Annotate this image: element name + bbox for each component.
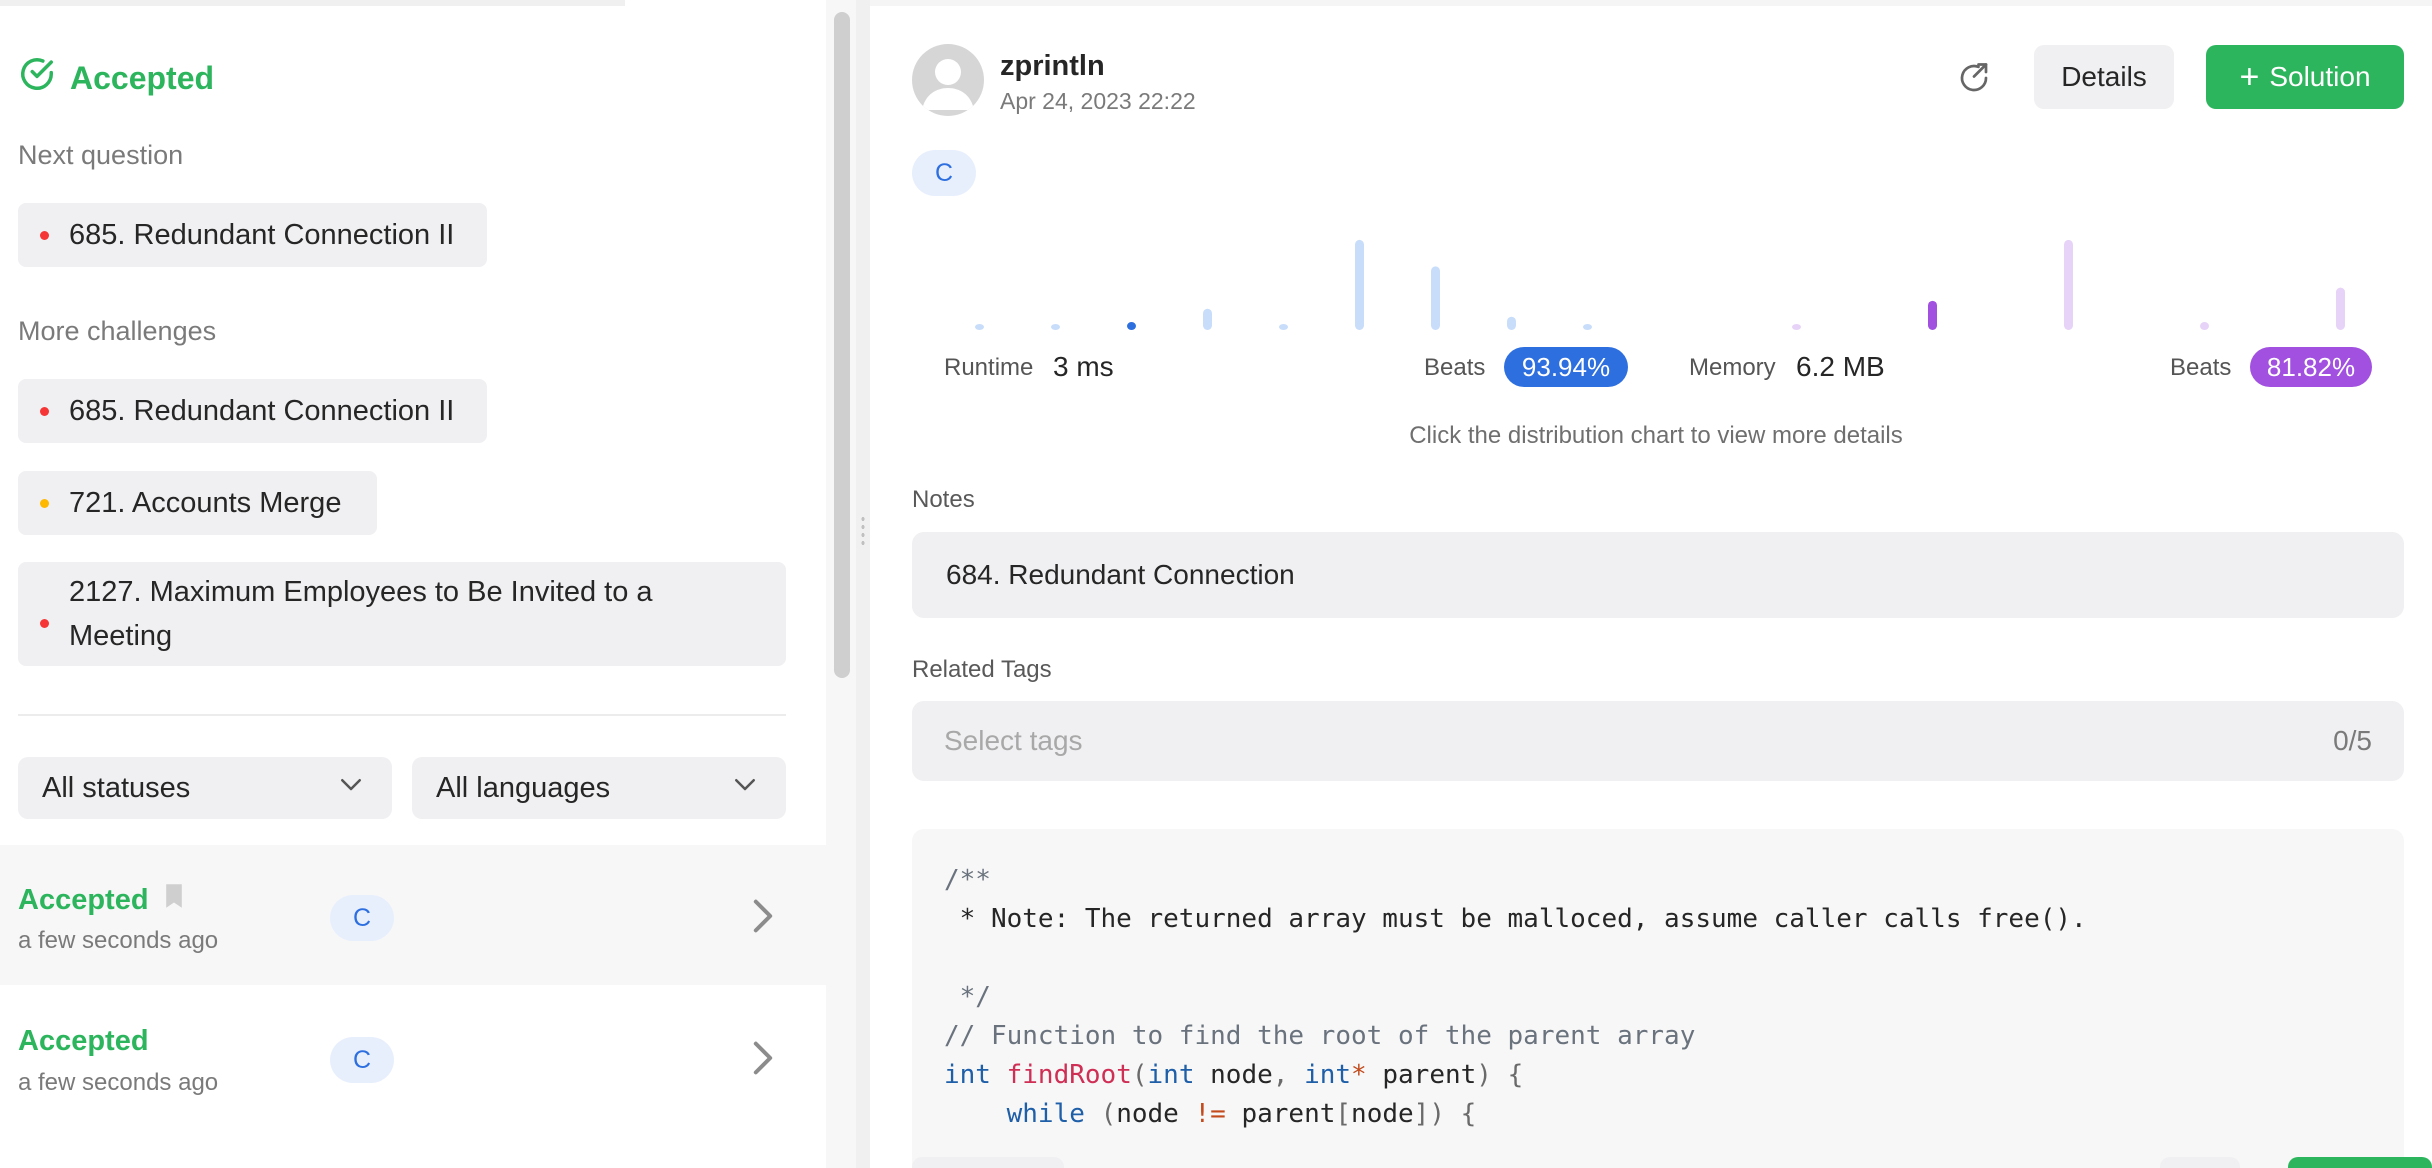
details-button[interactable]: Details: [2034, 45, 2174, 109]
runtime-value: 3 ms: [1053, 351, 1114, 382]
memory-beats-label: Beats: [2170, 354, 2232, 381]
top-border: [870, 0, 2432, 6]
related-tags-label: Related Tags: [912, 656, 1052, 683]
chevron-right-icon: [753, 899, 773, 933]
submission-date: Apr 24, 2023 22:22: [1000, 88, 1196, 114]
difficulty-dot: [40, 499, 49, 508]
challenge-title: 721. Accounts Merge: [69, 487, 342, 519]
chevron-down-icon: [336, 769, 366, 807]
submission-sidebar: Accepted Next question 685. Redundant Co…: [0, 0, 826, 1168]
scrollbar-thumb[interactable]: [834, 12, 850, 678]
language-filter-dropdown[interactable]: All languages: [412, 757, 786, 819]
runtime-distribution-bar[interactable]: [1279, 324, 1288, 330]
submission-time: a few seconds ago: [18, 1069, 219, 1096]
challenge-chip[interactable]: 685. Redundant Connection II: [18, 379, 487, 443]
language-tag: C: [912, 150, 976, 196]
runtime-distribution-bar[interactable]: [1203, 308, 1212, 330]
panel-splitter[interactable]: [856, 0, 870, 1168]
challenge-chip[interactable]: 721. Accounts Merge: [18, 471, 377, 535]
runtime-distribution-bar[interactable]: [1431, 266, 1440, 330]
memory-beats-badge: 81.82%: [2250, 347, 2372, 387]
solution-button[interactable]: + Solution: [2206, 45, 2404, 109]
memory-distribution-bar[interactable]: [2200, 322, 2209, 330]
runtime-distribution-bar[interactable]: [1507, 316, 1516, 330]
chevron-down-icon: [730, 769, 760, 807]
runtime-distribution-bar[interactable]: [1583, 324, 1592, 330]
runtime-label: Runtime: [944, 354, 1034, 381]
language-badge: C: [330, 895, 394, 941]
bottom-button[interactable]: [2160, 1157, 2240, 1168]
runtime-distribution-bar[interactable]: [975, 324, 984, 330]
accepted-status-label: Accepted: [70, 59, 215, 96]
runtime-distribution-bar[interactable]: [1355, 239, 1364, 330]
tags-placeholder: Select tags: [944, 725, 1083, 756]
next-question-label: Next question: [18, 140, 184, 170]
difficulty-dot: [40, 407, 49, 416]
tags-select[interactable]: Select tags 0/5: [912, 701, 2404, 781]
difficulty-dot: [40, 231, 49, 240]
bottom-button[interactable]: [912, 1157, 1064, 1168]
accepted-status: Accepted: [18, 56, 214, 100]
status-filter-dropdown[interactable]: All statuses: [18, 757, 392, 819]
memory-label: Memory: [1689, 354, 1776, 381]
runtime-beats-badge: 93.94%: [1504, 347, 1628, 387]
next-question-title: 685. Redundant Connection II: [69, 219, 455, 251]
bottom-submit-button[interactable]: [2288, 1157, 2432, 1168]
runtime-beats-label: Beats: [1424, 354, 1486, 381]
progress-bar: [0, 0, 625, 6]
challenge-chip[interactable]: 2127. Maximum Employees to Be Invited to…: [18, 562, 786, 666]
submission-status: Accepted: [18, 883, 185, 917]
challenge-title: 2127. Maximum Employees to Be Invited to…: [69, 576, 653, 652]
tags-count: 0/5: [2333, 725, 2372, 756]
runtime-distribution-bar[interactable]: [1051, 324, 1060, 330]
share-button[interactable]: [1952, 58, 1996, 102]
language-badge: C: [330, 1037, 394, 1083]
memory-distribution-bar[interactable]: [2336, 287, 2345, 330]
submission-status: Accepted: [18, 1025, 149, 1057]
plus-icon: +: [2239, 58, 2260, 96]
check-circle-icon: [18, 55, 56, 101]
notes-field[interactable]: 684. Redundant Connection: [912, 532, 2404, 618]
code-text: /** * Note: The returned array must be m…: [944, 865, 2087, 1129]
memory-value: 6.2 MB: [1796, 351, 1885, 382]
submission-time: a few seconds ago: [18, 927, 219, 954]
next-question-chip[interactable]: 685. Redundant Connection II: [18, 203, 487, 267]
submission-detail: zprintln Apr 24, 2023 22:22 Details + So…: [870, 0, 2432, 1168]
solution-button-label: Solution: [2269, 61, 2371, 92]
notes-text: 684. Redundant Connection: [946, 559, 1295, 590]
avatar[interactable]: [912, 44, 984, 116]
language-filter-value: All languages: [436, 771, 611, 804]
share-icon: [1956, 60, 1992, 101]
notes-label: Notes: [912, 486, 975, 513]
code-viewer[interactable]: /** * Note: The returned array must be m…: [912, 829, 2404, 1168]
distribution-chart[interactable]: [912, 220, 2412, 334]
bookmark-icon[interactable]: [163, 883, 185, 917]
status-filter-value: All statuses: [42, 771, 191, 804]
username[interactable]: zprintln: [1000, 50, 1105, 83]
chevron-right-icon: [753, 1041, 773, 1075]
runtime-distribution-bar[interactable]: [1127, 322, 1136, 330]
memory-distribution-bar[interactable]: [1792, 324, 1801, 330]
challenge-title: 685. Redundant Connection II: [69, 395, 455, 427]
chart-hint: Click the distribution chart to view mor…: [1409, 422, 1903, 449]
divider: [18, 714, 786, 716]
more-challenges-label: More challenges: [18, 316, 217, 346]
memory-distribution-bar[interactable]: [2064, 239, 2073, 330]
submission-row[interactable]: Accepted a few seconds ago C: [0, 987, 826, 1127]
memory-distribution-bar[interactable]: [1928, 300, 1937, 330]
difficulty-dot: [40, 619, 49, 628]
submission-row[interactable]: Accepted a few seconds ago C: [0, 845, 826, 985]
drag-handle-icon[interactable]: [860, 515, 866, 549]
